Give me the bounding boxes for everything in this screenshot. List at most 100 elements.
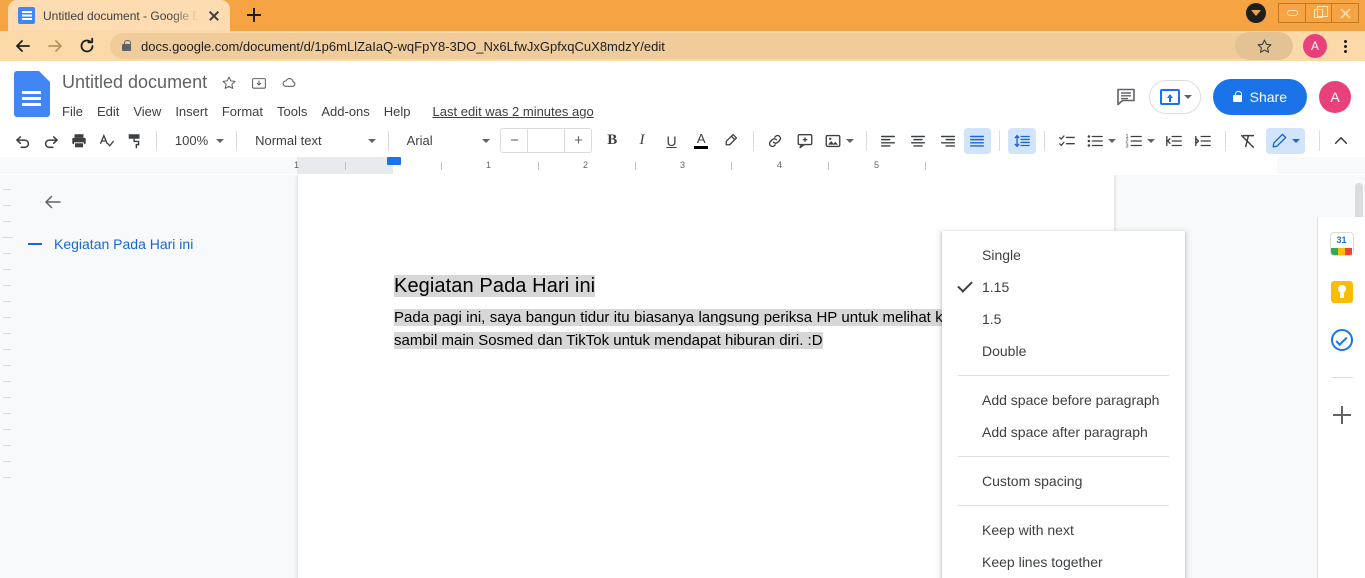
paragraph-style-select[interactable]: Normal text — [245, 128, 380, 154]
menu-item-double[interactable]: Double — [942, 335, 1185, 367]
menu-help[interactable]: Help — [384, 104, 411, 119]
back-icon[interactable] — [8, 31, 38, 61]
last-edit-status[interactable]: Last edit was 2 minutes ago — [433, 104, 594, 119]
insert-link-icon[interactable] — [762, 128, 790, 154]
redo-icon[interactable] — [38, 128, 64, 154]
menu-tools[interactable]: Tools — [277, 104, 307, 119]
cloud-saved-icon[interactable] — [281, 74, 298, 91]
ruler-number: 3 — [680, 160, 686, 170]
docs-logo-icon[interactable] — [14, 71, 50, 117]
close-tab-icon[interactable] — [206, 8, 222, 24]
text-color-button[interactable]: A — [687, 128, 715, 154]
menu-item-label: Add space after paragraph — [982, 424, 1148, 440]
theme-dot-icon[interactable] — [1245, 3, 1266, 23]
close-window-button[interactable] — [1331, 3, 1359, 23]
line-spacing-button[interactable] — [1008, 127, 1036, 154]
bookmark-star-button[interactable] — [1235, 32, 1293, 60]
bold-button[interactable]: B — [598, 128, 626, 154]
font-family-select[interactable]: Arial — [397, 128, 495, 154]
menu-insert[interactable]: Insert — [175, 104, 208, 119]
maximize-button[interactable] — [1304, 3, 1333, 23]
font-size-stepper[interactable]: − + — [500, 128, 593, 153]
google-keep-icon[interactable] — [1330, 281, 1353, 303]
menu-item-keep-with-next[interactable]: Keep with next — [942, 514, 1185, 546]
menu-file[interactable]: File — [62, 104, 83, 119]
menu-format[interactable]: Format — [222, 104, 263, 119]
paint-format-icon[interactable] — [122, 128, 148, 154]
move-to-folder-icon[interactable] — [251, 75, 267, 91]
underline-button[interactable]: U — [658, 128, 686, 154]
google-docs-app: Untitled document File Edit View Insert … — [0, 61, 1365, 578]
menu-item-1-15[interactable]: 1.15 — [942, 271, 1185, 303]
star-icon[interactable] — [221, 75, 237, 91]
present-button[interactable] — [1148, 80, 1201, 114]
increase-font-size-button[interactable]: + — [565, 129, 591, 152]
account-avatar[interactable]: A — [1319, 81, 1351, 113]
profile-avatar[interactable]: A — [1303, 34, 1327, 58]
menu-add-ons[interactable]: Add-ons — [321, 104, 369, 119]
document-paragraph[interactable]: Pada pagi ini, saya bangun tidur itu bia… — [394, 306, 1018, 353]
clear-formatting-button[interactable] — [1234, 128, 1262, 154]
checklist-button[interactable] — [1053, 128, 1081, 154]
hide-menus-button[interactable] — [1327, 128, 1355, 154]
menu-item-custom-spacing[interactable]: Custom spacing — [942, 465, 1185, 497]
decrease-indent-button[interactable] — [1160, 128, 1188, 154]
google-calendar-icon[interactable]: 31 — [1330, 233, 1353, 255]
page-title[interactable]: Untitled document — [62, 72, 207, 93]
comment-history-icon[interactable] — [1115, 86, 1137, 108]
document-outline-panel: Kegiatan Pada Hari ini — [14, 175, 298, 578]
align-left-button[interactable] — [875, 128, 903, 154]
document-heading[interactable]: Kegiatan Pada Hari ini — [394, 275, 596, 297]
align-right-button[interactable] — [934, 128, 962, 154]
menu-edit[interactable]: Edit — [97, 104, 119, 119]
menu-item-add-space-before-paragraph[interactable]: Add space before paragraph — [942, 384, 1185, 416]
menu-item-single[interactable]: Single — [942, 239, 1185, 271]
tab-strip: Untitled document - Google Doc — [0, 0, 1365, 31]
close-outline-button[interactable] — [42, 191, 298, 218]
add-ons-plus-icon[interactable] — [1331, 404, 1353, 426]
address-bar[interactable]: docs.google.com/document/d/1p6mLlZaIaQ-w… — [110, 32, 1293, 60]
menu-divider — [958, 456, 1169, 457]
outline-rail — [0, 175, 14, 578]
bulleted-list-button[interactable] — [1082, 128, 1119, 154]
reload-icon[interactable] — [72, 31, 102, 61]
highlight-color-button[interactable] — [717, 128, 745, 154]
menu-item-label: Keep with next — [982, 522, 1074, 538]
menu-item-label: Keep lines together — [982, 554, 1103, 570]
increase-indent-button[interactable] — [1190, 128, 1218, 154]
menu-item-add-space-after-paragraph[interactable]: Add space after paragraph — [942, 416, 1185, 448]
print-icon[interactable] — [66, 128, 92, 154]
menu-view[interactable]: View — [133, 104, 161, 119]
docs-title-block: Untitled document File Edit View Insert … — [62, 69, 594, 124]
chevron-down-icon — [846, 138, 855, 143]
line-spacing-menu[interactable]: Single 1.15 1.5 Double Add space before para… — [942, 231, 1185, 578]
spelling-check-icon[interactable] — [94, 128, 120, 154]
document-ruler[interactable]: 1 1 2 3 4 5 — [0, 157, 1365, 175]
align-center-button[interactable] — [904, 128, 932, 154]
menu-item-keep-lines-together[interactable]: Keep lines together — [942, 546, 1185, 578]
font-size-input[interactable] — [527, 129, 566, 152]
zoom-select[interactable]: 100% — [165, 128, 228, 154]
google-tasks-icon[interactable] — [1330, 329, 1353, 351]
new-tab-button[interactable] — [240, 1, 268, 29]
minimize-button[interactable] — [1278, 3, 1306, 23]
browser-tab[interactable]: Untitled document - Google Doc — [8, 0, 230, 31]
outline-item-heading[interactable]: Kegiatan Pada Hari ini — [28, 236, 298, 252]
decrease-font-size-button[interactable]: − — [501, 129, 527, 152]
menu-item-1-5[interactable]: 1.5 — [942, 303, 1185, 335]
browser-toolbar: docs.google.com/document/d/1p6mLlZaIaQ-w… — [0, 31, 1365, 61]
browser-menu-icon[interactable] — [1333, 34, 1357, 58]
align-justify-button[interactable] — [963, 127, 992, 154]
add-comment-icon[interactable] — [791, 128, 819, 154]
docs-header: Untitled document File Edit View Insert … — [0, 61, 1365, 124]
share-button[interactable]: Share — [1212, 79, 1307, 115]
numbered-list-button[interactable]: 123 — [1121, 128, 1158, 154]
insert-image-button[interactable] — [821, 128, 858, 154]
document-scroll-area[interactable]: Kegiatan Pada Hari ini Pada pagi ini, sa… — [298, 175, 1365, 578]
italic-button[interactable]: I — [628, 128, 656, 154]
left-indent-marker[interactable] — [387, 157, 401, 165]
editing-mode-button[interactable] — [1265, 127, 1305, 154]
docs-toolbar: 100% Normal text Arial − + B I U A 1 2 3 — [0, 124, 1365, 157]
toolbar-divider — [156, 130, 157, 151]
undo-icon[interactable] — [10, 128, 36, 154]
